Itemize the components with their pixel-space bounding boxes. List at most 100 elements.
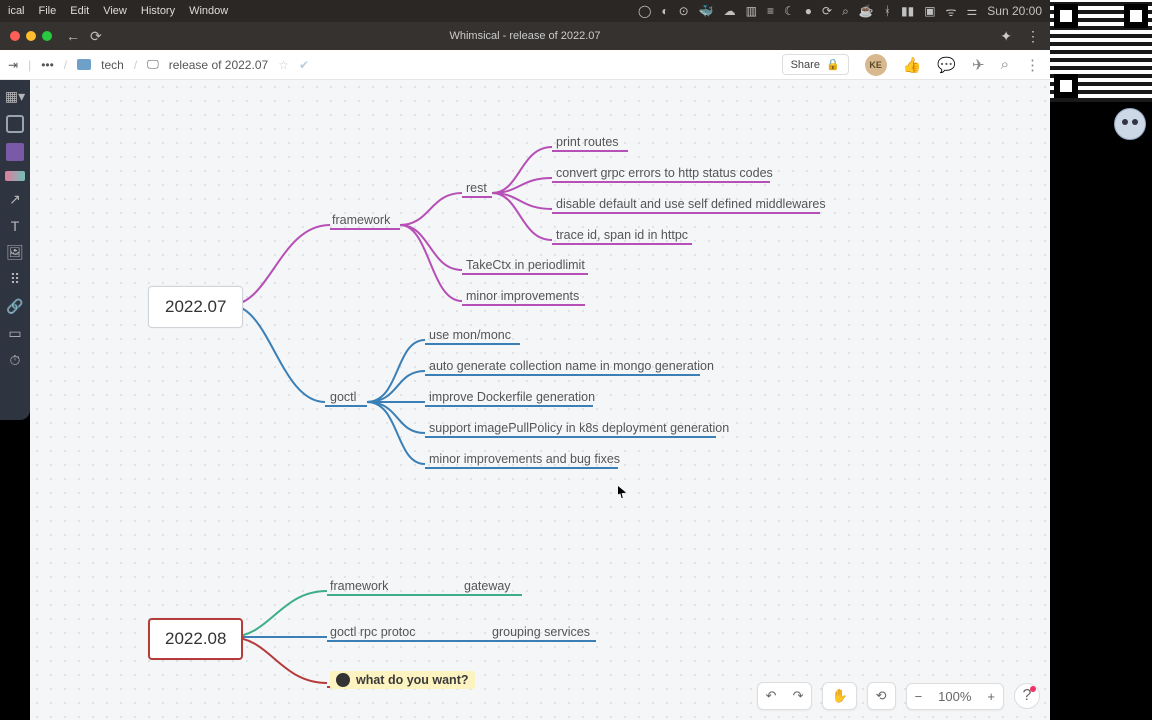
status-icon[interactable]: ⟳ bbox=[822, 4, 832, 18]
send-icon[interactable]: ✈ bbox=[972, 56, 985, 74]
input-icon[interactable]: ▣ bbox=[924, 4, 935, 18]
favorite-icon[interactable]: ☆ bbox=[278, 58, 289, 72]
node-gateway[interactable]: gateway bbox=[464, 579, 511, 593]
node-goctl[interactable]: goctl bbox=[330, 390, 356, 404]
comments-icon[interactable]: 💬 bbox=[937, 56, 956, 74]
node-what-do-you-want[interactable]: what do you want? bbox=[330, 671, 475, 689]
undo-redo-group: ↶ ↷ bbox=[757, 682, 813, 710]
maximize-window-icon[interactable] bbox=[42, 31, 52, 41]
qr-code bbox=[1050, 0, 1152, 102]
menu-window[interactable]: Window bbox=[189, 5, 228, 17]
status-icon[interactable]: ◐ bbox=[661, 4, 668, 18]
timer-tool-icon[interactable]: ⏱ bbox=[10, 352, 21, 369]
tab-title: Whimsical - release of 2022.07 bbox=[0, 30, 1050, 42]
menu-history[interactable]: History bbox=[141, 5, 175, 17]
share-button[interactable]: Share 🔒 bbox=[782, 54, 849, 75]
menu-view[interactable]: View bbox=[103, 5, 127, 17]
node-goctl-leaf-0[interactable]: use mon/monc bbox=[429, 328, 511, 342]
battery-icon[interactable]: ▮▮ bbox=[901, 4, 914, 18]
arrow-tool-icon[interactable]: ↗ bbox=[9, 191, 21, 208]
board-picker-icon[interactable]: ▦▾ bbox=[5, 88, 25, 105]
node-fw-other-0[interactable]: TakeCtx in periodlimit bbox=[466, 258, 585, 272]
mindmap-root-2022-07[interactable]: 2022.07 bbox=[148, 286, 243, 328]
docker-icon[interactable]: 🐳 bbox=[699, 4, 714, 18]
status-icon[interactable]: ◯ bbox=[638, 4, 651, 18]
reload-button[interactable]: ⟳ bbox=[90, 28, 102, 45]
hand-tool-button[interactable]: ✋ bbox=[823, 683, 855, 709]
node-rest-leaf-2[interactable]: disable default and use self defined mid… bbox=[556, 197, 826, 211]
zoom-value[interactable]: 100% bbox=[930, 684, 979, 709]
node-rest-leaf-1[interactable]: convert grpc errors to http status codes bbox=[556, 166, 773, 180]
status-icon[interactable]: ⊙ bbox=[679, 4, 689, 18]
frame-tool-icon[interactable] bbox=[6, 115, 24, 133]
zoom-out-button[interactable]: − bbox=[907, 684, 931, 709]
undo-button[interactable]: ↶ bbox=[758, 683, 785, 709]
node-goctl-leaf-2[interactable]: improve Dockerfile generation bbox=[429, 390, 595, 404]
window-controls[interactable] bbox=[0, 31, 52, 41]
zoom-in-button[interactable]: + bbox=[979, 684, 1003, 709]
node-goctl-leaf-1[interactable]: auto generate collection name in mongo g… bbox=[429, 359, 714, 373]
thinking-face-icon bbox=[336, 673, 350, 687]
text-tool-icon[interactable]: T bbox=[11, 218, 20, 234]
macos-menubar: ical File Edit View History Window ◯ ◐ ⊙… bbox=[0, 0, 1050, 22]
app-topbar: ⇥ | ••• / tech / 🖵 release of 2022.07 ☆ … bbox=[0, 50, 1050, 80]
node-rest-leaf-0[interactable]: print routes bbox=[556, 135, 619, 149]
node-framework[interactable]: framework bbox=[332, 213, 390, 227]
thumbs-up-icon[interactable]: 👍 bbox=[903, 56, 922, 74]
right-strip bbox=[1050, 0, 1152, 720]
breadcrumb-ellipsis[interactable]: ••• bbox=[41, 58, 54, 72]
minimize-window-icon[interactable] bbox=[26, 31, 36, 41]
status-icon[interactable]: ☾ bbox=[784, 4, 795, 18]
mindmap-tool-icon[interactable] bbox=[5, 171, 25, 181]
section-tool-icon[interactable]: ▭ bbox=[8, 325, 21, 342]
breadcrumb-folder[interactable]: tech bbox=[101, 58, 124, 72]
image-tool-icon[interactable]: 🖼 bbox=[6, 244, 24, 261]
menu-file[interactable]: File bbox=[39, 5, 57, 17]
bluetooth-icon[interactable]: ᚼ bbox=[884, 4, 891, 18]
avatar[interactable]: KE bbox=[865, 54, 887, 76]
control-center-icon[interactable]: ⚌ bbox=[967, 4, 978, 18]
node-grouping[interactable]: grouping services bbox=[492, 625, 590, 639]
app-name[interactable]: ical bbox=[8, 5, 25, 17]
breadcrumb-doc[interactable]: release of 2022.07 bbox=[169, 58, 268, 72]
status-icon[interactable]: ● bbox=[805, 4, 812, 18]
approved-icon[interactable]: ✔ bbox=[299, 58, 309, 72]
link-tool-icon[interactable]: 🔗 bbox=[6, 298, 23, 315]
sticky-note-tool-icon[interactable] bbox=[6, 143, 24, 161]
status-icon[interactable]: ≡ bbox=[767, 4, 774, 18]
canvas[interactable]: 2022.07 framework rest print routes conv… bbox=[30, 80, 1050, 720]
node-goctl-rpc[interactable]: goctl rpc protoc bbox=[330, 625, 415, 639]
folder-icon bbox=[77, 59, 91, 70]
node-goctl-leaf-4[interactable]: minor improvements and bug fixes bbox=[429, 452, 620, 466]
more-icon[interactable]: ⋮ bbox=[1025, 56, 1040, 74]
status-icon[interactable]: ☕ bbox=[859, 4, 874, 18]
node-fw-other-1[interactable]: minor improvements bbox=[466, 289, 579, 303]
close-window-icon[interactable] bbox=[10, 31, 20, 41]
lock-icon: 🔒 bbox=[826, 58, 840, 71]
clock[interactable]: Sun 20:00 bbox=[987, 4, 1042, 18]
node-rest-leaf-3[interactable]: trace id, span id in httpc bbox=[556, 228, 688, 242]
history-button[interactable]: ⟲ bbox=[868, 683, 895, 709]
cloud-icon[interactable]: ☁ bbox=[724, 4, 736, 18]
grid-tool-icon[interactable]: ⠿ bbox=[10, 271, 20, 288]
mindmap-icon: 🖵 bbox=[147, 57, 159, 72]
help-button[interactable]: ? bbox=[1014, 683, 1040, 709]
status-icon[interactable]: ▥ bbox=[746, 4, 757, 18]
wifi-icon[interactable]: ᯤ bbox=[946, 3, 957, 20]
node-rest[interactable]: rest bbox=[466, 181, 487, 195]
back-button[interactable]: ← bbox=[66, 28, 80, 45]
node-framework-2[interactable]: framework bbox=[330, 579, 388, 593]
redo-button[interactable]: ↷ bbox=[785, 683, 812, 709]
search-icon[interactable]: ⌕ bbox=[1001, 56, 1009, 73]
node-goctl-leaf-3[interactable]: support imagePullPolicy in k8s deploymen… bbox=[429, 421, 729, 435]
menu-edit[interactable]: Edit bbox=[70, 5, 89, 17]
browser-menu-icon[interactable]: ⋮ bbox=[1026, 28, 1040, 45]
extensions-icon[interactable]: ✦ bbox=[1000, 28, 1012, 45]
mindmap-root-2022-08[interactable]: 2022.08 bbox=[148, 618, 243, 660]
share-label: Share bbox=[791, 59, 820, 71]
status-icon[interactable]: ⌕ bbox=[842, 4, 849, 19]
left-toolbar: ▦▾ ↗ T 🖼 ⠿ 🔗 ▭ ⏱ bbox=[0, 80, 30, 420]
notification-dot-icon bbox=[1030, 686, 1036, 692]
zoom-group: − 100% + bbox=[906, 683, 1004, 710]
sidebar-toggle-icon[interactable]: ⇥ bbox=[8, 58, 18, 72]
